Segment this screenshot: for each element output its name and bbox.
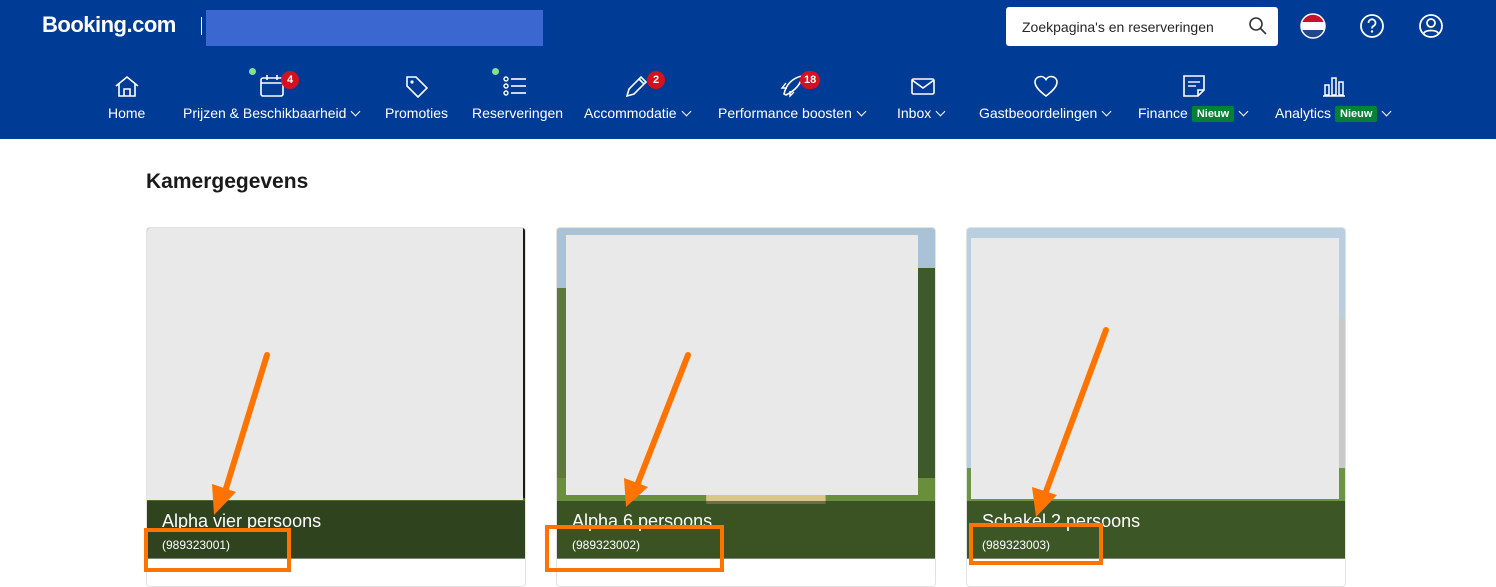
receipt-icon	[1183, 75, 1205, 97]
nav-label-analytics: Analytics	[1275, 105, 1332, 121]
chevron-down-icon	[1238, 106, 1249, 117]
new-badge: Nieuw	[1335, 106, 1378, 122]
accommodatie-badge: 2	[647, 71, 665, 89]
search-icon[interactable]	[1248, 16, 1268, 36]
room-id: (989323001)	[162, 538, 231, 552]
chevron-down-icon	[1101, 106, 1112, 117]
list-icon	[503, 76, 526, 96]
nav-item-gastbeoordelingen[interactable]: Gastbeoordelingen	[979, 68, 1114, 132]
nav-label-gastbeoordelingen: Gastbeoordelingen	[979, 105, 1098, 121]
nav-label-inbox: Inbox	[897, 105, 932, 121]
chevron-down-icon	[935, 106, 946, 117]
pencil-icon	[625, 75, 648, 98]
notification-dot	[492, 68, 499, 75]
chevron-down-icon	[350, 106, 361, 117]
nav-label-performance: Performance boosten	[718, 105, 852, 121]
room-id: (989323003)	[982, 538, 1051, 552]
nav-item-inbox[interactable]: Inbox	[897, 68, 952, 132]
bar-chart-icon	[1323, 77, 1345, 97]
logo-separator	[201, 17, 202, 35]
image-placeholder	[566, 235, 918, 495]
nav-item-promoties[interactable]: Promoties	[385, 68, 450, 132]
image-placeholder	[971, 238, 1339, 499]
tag-icon	[406, 76, 429, 99]
room-card[interactable]: Alpha vier persoons (989323001)	[146, 227, 526, 587]
image-placeholder	[147, 228, 523, 500]
home-icon	[115, 75, 139, 97]
room-card[interactable]: Schakel 2 persoons (989323003)	[966, 227, 1346, 587]
help-icon[interactable]	[1357, 11, 1387, 41]
nav-label-finance: Finance	[1138, 105, 1188, 121]
nav-label-accommodatie: Accommodatie	[584, 105, 677, 121]
dutch-flag-icon[interactable]	[1298, 11, 1328, 41]
chevron-down-icon	[856, 106, 867, 117]
notification-dot	[249, 68, 256, 75]
room-name: Alpha vier persoons	[162, 511, 322, 531]
prijzen-badge: 4	[281, 71, 299, 89]
nav-item-reserveringen[interactable]: Reserveringen	[472, 68, 563, 132]
nav-item-home[interactable]: Home	[108, 68, 148, 132]
page-title: Kamergegevens	[146, 170, 309, 193]
nav-item-performance[interactable]: 18 Performance boosten	[718, 68, 868, 132]
room-name: Schakel 2 persoons	[982, 511, 1141, 531]
performance-badge: 18	[800, 71, 821, 89]
booking-logo[interactable]: Booking.com	[42, 12, 176, 38]
redacted-property-name	[206, 10, 543, 46]
envelope-icon	[911, 78, 935, 95]
nav-item-prijzen[interactable]: 4 Prijzen & Beschikbaarheid	[183, 68, 363, 132]
chevron-down-icon	[681, 106, 692, 117]
heart-icon	[1034, 75, 1058, 98]
room-id: (989323002)	[572, 538, 641, 552]
nav-label-prijzen: Prijzen & Beschikbaarheid	[183, 105, 347, 121]
top-header: Booking.com Zoekpagina's en reserveringe…	[0, 0, 1496, 139]
nav-item-accommodatie[interactable]: 2 Accommodatie	[584, 68, 694, 132]
nav-item-finance[interactable]: Finance Nieuw	[1138, 68, 1253, 132]
main-navigation: Home 4 Prijzen & Beschikbaarheid Promoti…	[0, 68, 1496, 134]
room-name: Alpha 6 persoons	[572, 511, 713, 531]
chevron-down-icon	[1381, 106, 1392, 117]
search-placeholder: Zoekpagina's en reserveringen	[1022, 19, 1214, 35]
search-box[interactable]: Zoekpagina's en reserveringen	[1006, 7, 1278, 46]
nav-item-analytics[interactable]: Analytics Nieuw	[1275, 68, 1400, 132]
new-badge: Nieuw	[1191, 106, 1235, 122]
room-card[interactable]: Alpha 6 persoons (989323002)	[556, 227, 936, 587]
account-icon[interactable]	[1416, 11, 1446, 41]
